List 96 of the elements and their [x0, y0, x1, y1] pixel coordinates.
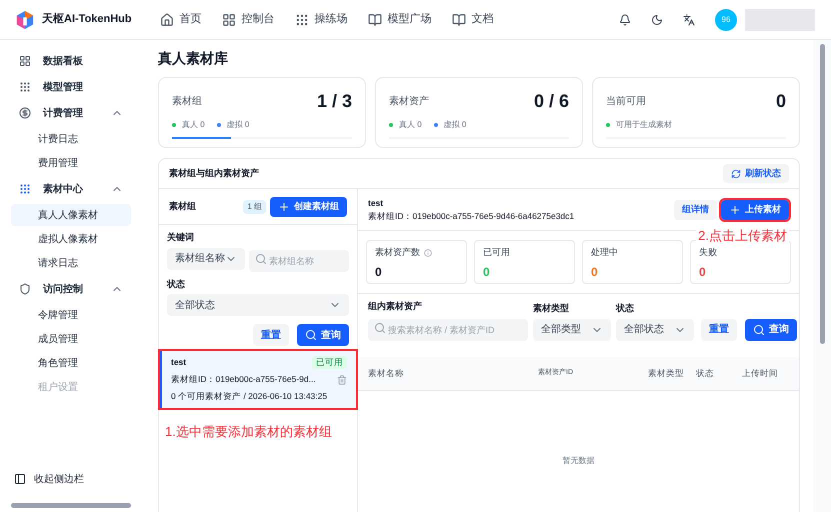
plus-icon — [278, 200, 290, 212]
nav-link[interactable]: 控制台 — [222, 11, 275, 28]
nav-link[interactable]: 操练场 — [294, 11, 348, 28]
stat-label: 已可用 — [483, 246, 510, 259]
sidebar-subitem[interactable]: 请求日志 — [11, 252, 131, 274]
panel-title: 素材组与组内素材资产 — [169, 166, 259, 180]
legend-label: 虚拟 0 — [226, 119, 250, 131]
reset-button[interactable]: 重置 — [253, 324, 289, 346]
stat-value: 0 — [699, 264, 706, 278]
dots-grid-icon — [294, 12, 309, 26]
filter-label: 状态 — [616, 302, 635, 315]
stat-label: 素材资产 — [389, 94, 429, 109]
group-list-item[interactable]: test 已可用 素材组ID：019eb00c-a755-76e5-9d... 0 个可用素材资产 / 2026-06-10 13:43:25 — [160, 351, 356, 408]
stat-value: 0 — [591, 264, 598, 278]
stat-label: 素材组 — [172, 94, 202, 109]
count-badge: 1 组 — [243, 200, 266, 214]
query-button[interactable]: 查询 — [745, 318, 797, 340]
grid-icon — [222, 12, 236, 26]
stat-value: 1 / 3 — [316, 90, 352, 113]
sidebar-item[interactable]: 素材中心 — [11, 176, 131, 202]
column-header: 上传时间 — [742, 366, 779, 380]
stat-label: 处理中 — [591, 246, 618, 259]
sidebar-item[interactable]: 计费管理 — [11, 100, 131, 126]
column-header: 素材名称 — [368, 366, 405, 380]
sidebar-subitem[interactable]: 令牌管理 — [11, 304, 131, 326]
group-id: 素材组ID：019eb00c-a755-76e5-9d... — [171, 373, 316, 386]
refresh-icon — [731, 168, 741, 178]
stat-label: 失败 — [699, 246, 717, 259]
home-icon — [160, 12, 174, 26]
filter-label: 状态 — [167, 278, 186, 290]
reset-button[interactable]: 重置 — [701, 318, 737, 340]
filter-label: 关键词 — [167, 231, 195, 244]
annotation-text: 1.选中需要添加素材的素材组 — [164, 423, 333, 441]
type-select[interactable]: 全部类型 — [533, 318, 611, 340]
collapse-sidebar-button[interactable]: 收起侧边栏 — [11, 467, 131, 491]
legend-label: 真人 0 — [399, 119, 422, 131]
sidebar-item[interactable]: 模型管理 — [11, 74, 131, 100]
column-header: 状态 — [696, 366, 715, 380]
group-name: test — [368, 196, 384, 210]
stat-value: 0 — [483, 264, 490, 278]
page-title: 真人素材库 — [158, 49, 229, 68]
stat-value: 0 / 6 — [534, 90, 569, 113]
group-name: test — [171, 356, 186, 369]
search-field[interactable]: 搜索素材名称 / 素材资产ID — [368, 318, 528, 340]
annotation-text: 2.点击上传素材 — [696, 228, 789, 243]
section-title: 素材组 — [169, 200, 197, 213]
sidebar-item[interactable]: 访问控制 — [11, 276, 131, 302]
group-details-button[interactable]: 组详情 — [674, 200, 717, 220]
column-header: 素材类型 — [648, 366, 685, 380]
stat-value: 0 — [375, 264, 382, 278]
search-field[interactable]: 素材组名称 — [249, 250, 349, 272]
vertical-scrollbar[interactable] — [813, 40, 831, 512]
empty-state-text: 暂无数据 — [562, 455, 594, 468]
sidebar-subitem[interactable]: 费用管理 — [11, 152, 131, 174]
stat-label: 当前可用 — [606, 94, 646, 109]
legend-label: 虚拟 0 — [444, 119, 466, 131]
plus-icon — [729, 204, 741, 216]
legend-label: 可用于生成素材 — [616, 119, 672, 131]
group-meta: 0 个可用素材资产 / 2026-06-10 13:43:25 — [171, 390, 328, 403]
sidebar-item[interactable]: 数据看板 — [11, 48, 131, 74]
blurred-block — [745, 8, 815, 30]
search-icon — [374, 322, 386, 334]
book-icon — [368, 12, 382, 26]
sidebar-subitem[interactable]: 计费日志 — [11, 128, 131, 150]
sidebar-subitem[interactable]: 角色管理 — [11, 352, 131, 374]
search-icon — [753, 324, 765, 336]
sidebar-subitem[interactable]: 成员管理 — [11, 328, 131, 350]
translate-icon[interactable] — [683, 14, 695, 26]
upload-button[interactable]: 上传素材 — [721, 200, 789, 220]
create-group-button[interactable]: 创建素材组 — [270, 196, 347, 216]
legend-label: 真人 0 — [182, 119, 205, 131]
nav-link[interactable]: 模型广场 — [368, 11, 432, 28]
status-select[interactable]: 全部状态 — [616, 318, 694, 340]
refresh-button[interactable]: 刷新状态 — [723, 164, 789, 183]
group-id: 素材组ID：019eb00c-a755-76e5-9d46-6a46275e3dc1 — [368, 210, 576, 222]
moon-icon[interactable] — [651, 14, 663, 26]
logo-icon — [16, 10, 34, 30]
sidebar-subitem[interactable]: 虚拟人像素材 — [11, 228, 131, 250]
status-select[interactable]: 全部状态 — [167, 294, 349, 316]
stat-value: 0 — [776, 90, 786, 113]
filter-label: 素材类型 — [533, 302, 570, 315]
filter-label: 组内素材资产 — [368, 300, 423, 313]
stat-label: 素材资产数 — [375, 246, 420, 259]
horizontal-scrollbar[interactable] — [11, 503, 131, 508]
nav-link[interactable]: 文档 — [452, 11, 494, 28]
bell-icon[interactable] — [619, 14, 631, 26]
nav-link[interactable]: 首页 — [160, 11, 202, 28]
book-icon — [452, 12, 466, 26]
keyword-type-select[interactable]: 素材组名称 — [167, 248, 245, 270]
status-badge: 已可用 — [312, 356, 347, 369]
panel-icon — [14, 473, 26, 485]
search-icon — [255, 252, 267, 264]
search-icon — [305, 329, 317, 341]
sidebar-subitem[interactable]: 真人人像素材 — [11, 204, 131, 226]
brand-name: 天枢AI-TokenHub — [42, 12, 132, 28]
query-button[interactable]: 查询 — [297, 324, 349, 346]
